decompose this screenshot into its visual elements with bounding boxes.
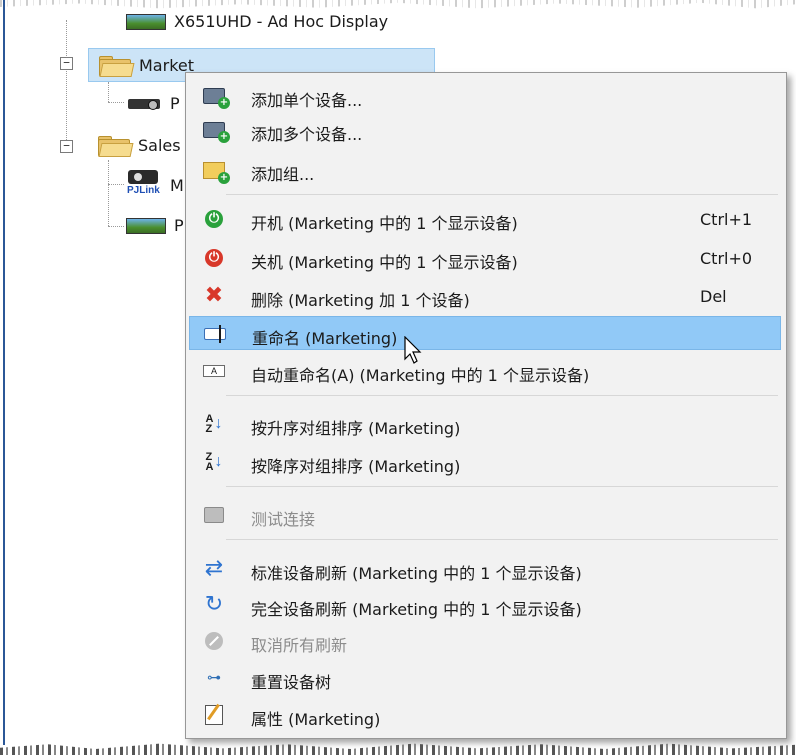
menu-item-cancel-refresh[interactable]: 取消所有刷新 [189, 624, 781, 658]
menu-item-test-connection[interactable]: 测试连接 [189, 498, 781, 532]
tree-item-label: P [170, 93, 180, 113]
menu-item-power-off[interactable]: ⏻ 关机 (Marketing 中的 1 个显示设备) Ctrl+0 [189, 241, 781, 275]
window-left-border [3, 0, 5, 745]
menu-item-auto-rename[interactable]: A 自动重命名(A) (Marketing 中的 1 个显示设备) [189, 354, 781, 388]
menu-item-power-on[interactable]: ⏻ 开机 (Marketing 中的 1 个显示设备) Ctrl+1 [189, 202, 781, 236]
tree-line [108, 160, 109, 226]
menu-separator [226, 194, 778, 195]
properties-icon [203, 705, 225, 725]
cancel-refresh-icon [203, 631, 225, 651]
tree-group-label: Sales [138, 135, 181, 155]
full-refresh-icon: ↻ [204, 592, 224, 617]
display-icon [126, 12, 166, 30]
tree-item-adhoc-display[interactable]: X651UHD - Ad Hoc Display [126, 8, 388, 34]
sort-ascending-icon: A Z ↓ [205, 413, 223, 435]
menu-item-add-group[interactable]: + 添加组... [189, 153, 781, 187]
menu-item-delete[interactable]: ✖ 删除 (Marketing 加 1 个设备) Del [189, 279, 781, 313]
power-off-icon: ⏻ [203, 248, 225, 268]
tree-line [108, 102, 124, 103]
sort-descending-icon: Z A ↓ [205, 451, 223, 473]
menu-separator [226, 539, 778, 540]
power-on-icon: ⏻ [203, 209, 225, 229]
menu-item-rename[interactable]: 重命名 (Marketing) [189, 316, 781, 350]
menu-item-full-refresh[interactable]: ↻ 完全设备刷新 (Marketing 中的 1 个显示设备) [189, 588, 781, 622]
folder-icon [97, 55, 135, 77]
menu-item-add-device[interactable]: + 添加单个设备... [189, 79, 781, 113]
tree-item-marketing-projector[interactable]: P [124, 90, 180, 116]
tree-item-sales-display[interactable]: P [126, 212, 184, 238]
delete-icon: ✖ [204, 283, 224, 308]
tree-item-sales-pjlink[interactable]: PJLink M [124, 168, 184, 202]
tree-item-label: P [174, 215, 184, 235]
auto-rename-icon: A [203, 361, 225, 381]
tree-line [108, 82, 109, 102]
menu-item-properties[interactable]: 属性 (Marketing) [189, 698, 781, 732]
test-connection-icon [203, 505, 225, 525]
screenshot-bottom-edge [0, 743, 796, 755]
folder-icon [96, 135, 134, 157]
menu-item-add-multiple-devices[interactable]: + 添加多个设备... [189, 113, 781, 147]
tree-line [108, 184, 124, 185]
tree-item-label: X651UHD - Ad Hoc Display [174, 11, 389, 31]
collapse-expander-sales[interactable]: − [60, 140, 73, 153]
projector-icon [124, 95, 164, 111]
rename-icon [204, 324, 226, 344]
standard-refresh-icon: ⇄ [204, 556, 224, 581]
reset-tree-icon: ⊶ [207, 670, 221, 686]
add-multiple-devices-icon: + [203, 120, 230, 143]
menu-item-reset-tree[interactable]: ⊶ 重置设备树 [189, 661, 781, 695]
menu-separator [226, 395, 778, 396]
context-menu: + 添加单个设备... + 添加多个设备... + 添加组... ⏻ 开机 (M… [185, 72, 787, 739]
mouse-cursor-icon [404, 336, 422, 364]
tree-group-sales[interactable]: Sales [96, 132, 181, 158]
collapse-expander-marketing[interactable]: − [60, 57, 73, 70]
tree-line [66, 20, 67, 148]
screenshot-top-edge [0, 0, 796, 9]
add-group-icon: + [203, 160, 230, 184]
tree-line [108, 226, 124, 227]
tree-item-label: M [170, 175, 184, 195]
menu-separator [226, 486, 778, 487]
add-device-icon: + [203, 86, 230, 109]
pjlink-projector-icon: PJLink [124, 170, 164, 200]
menu-item-sort-descending[interactable]: Z A ↓ 按降序对组排序 (Marketing) [189, 445, 781, 479]
menu-item-sort-ascending[interactable]: A Z ↓ 按升序对组排序 (Marketing) [189, 407, 781, 441]
menu-item-standard-refresh[interactable]: ⇄ 标准设备刷新 (Marketing 中的 1 个显示设备) [189, 552, 781, 586]
display-icon [126, 216, 166, 234]
